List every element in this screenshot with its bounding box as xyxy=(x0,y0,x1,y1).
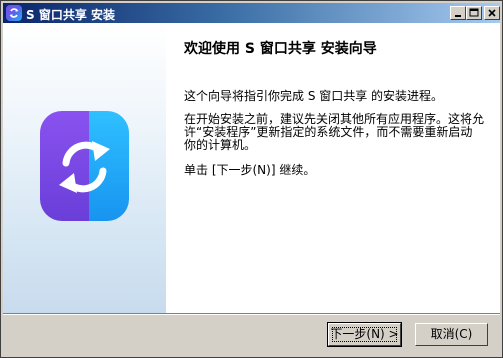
page-title: 欢迎使用 S 窗口共享 安装向导 xyxy=(184,41,377,57)
intro-text: 这个向导将指引你完成 S 窗口共享 的安装进程。 xyxy=(184,89,444,103)
wizard-content: 欢迎使用 S 窗口共享 安装向导 这个向导将指引你完成 S 窗口共享 的安装进程… xyxy=(166,23,500,313)
window-title: S 窗口共享 安装 xyxy=(26,8,115,22)
app-icon xyxy=(6,5,22,21)
close-button[interactable] xyxy=(484,6,500,20)
cancel-button-label: 取消(C) xyxy=(430,327,473,341)
close-icon xyxy=(488,9,496,17)
minimize-button[interactable] xyxy=(450,6,466,20)
focus-rect xyxy=(332,327,397,342)
minimize-icon xyxy=(455,15,461,17)
recommendation-text: 在开始安装之前，建议先关闭其他所有应用程序。这将允许“安装程序”更新指定的系统文… xyxy=(184,112,485,152)
title-bar[interactable]: S 窗口共享 安装 xyxy=(3,3,500,23)
continue-instruction: 单击 [下一步(N)] 继续。 xyxy=(184,163,316,177)
s-share-logo xyxy=(40,111,129,221)
maximize-icon xyxy=(469,8,479,17)
wizard-banner xyxy=(3,23,166,313)
next-button[interactable]: 下一步(N) > xyxy=(327,322,402,347)
divider xyxy=(3,313,500,315)
maximize-button[interactable] xyxy=(466,6,482,20)
installer-window: S 窗口共享 安装 欢迎使用 S 窗口共享 安装向导 这个向导将指引你完成 S … xyxy=(0,0,503,358)
cancel-button[interactable]: 取消(C) xyxy=(415,323,488,346)
